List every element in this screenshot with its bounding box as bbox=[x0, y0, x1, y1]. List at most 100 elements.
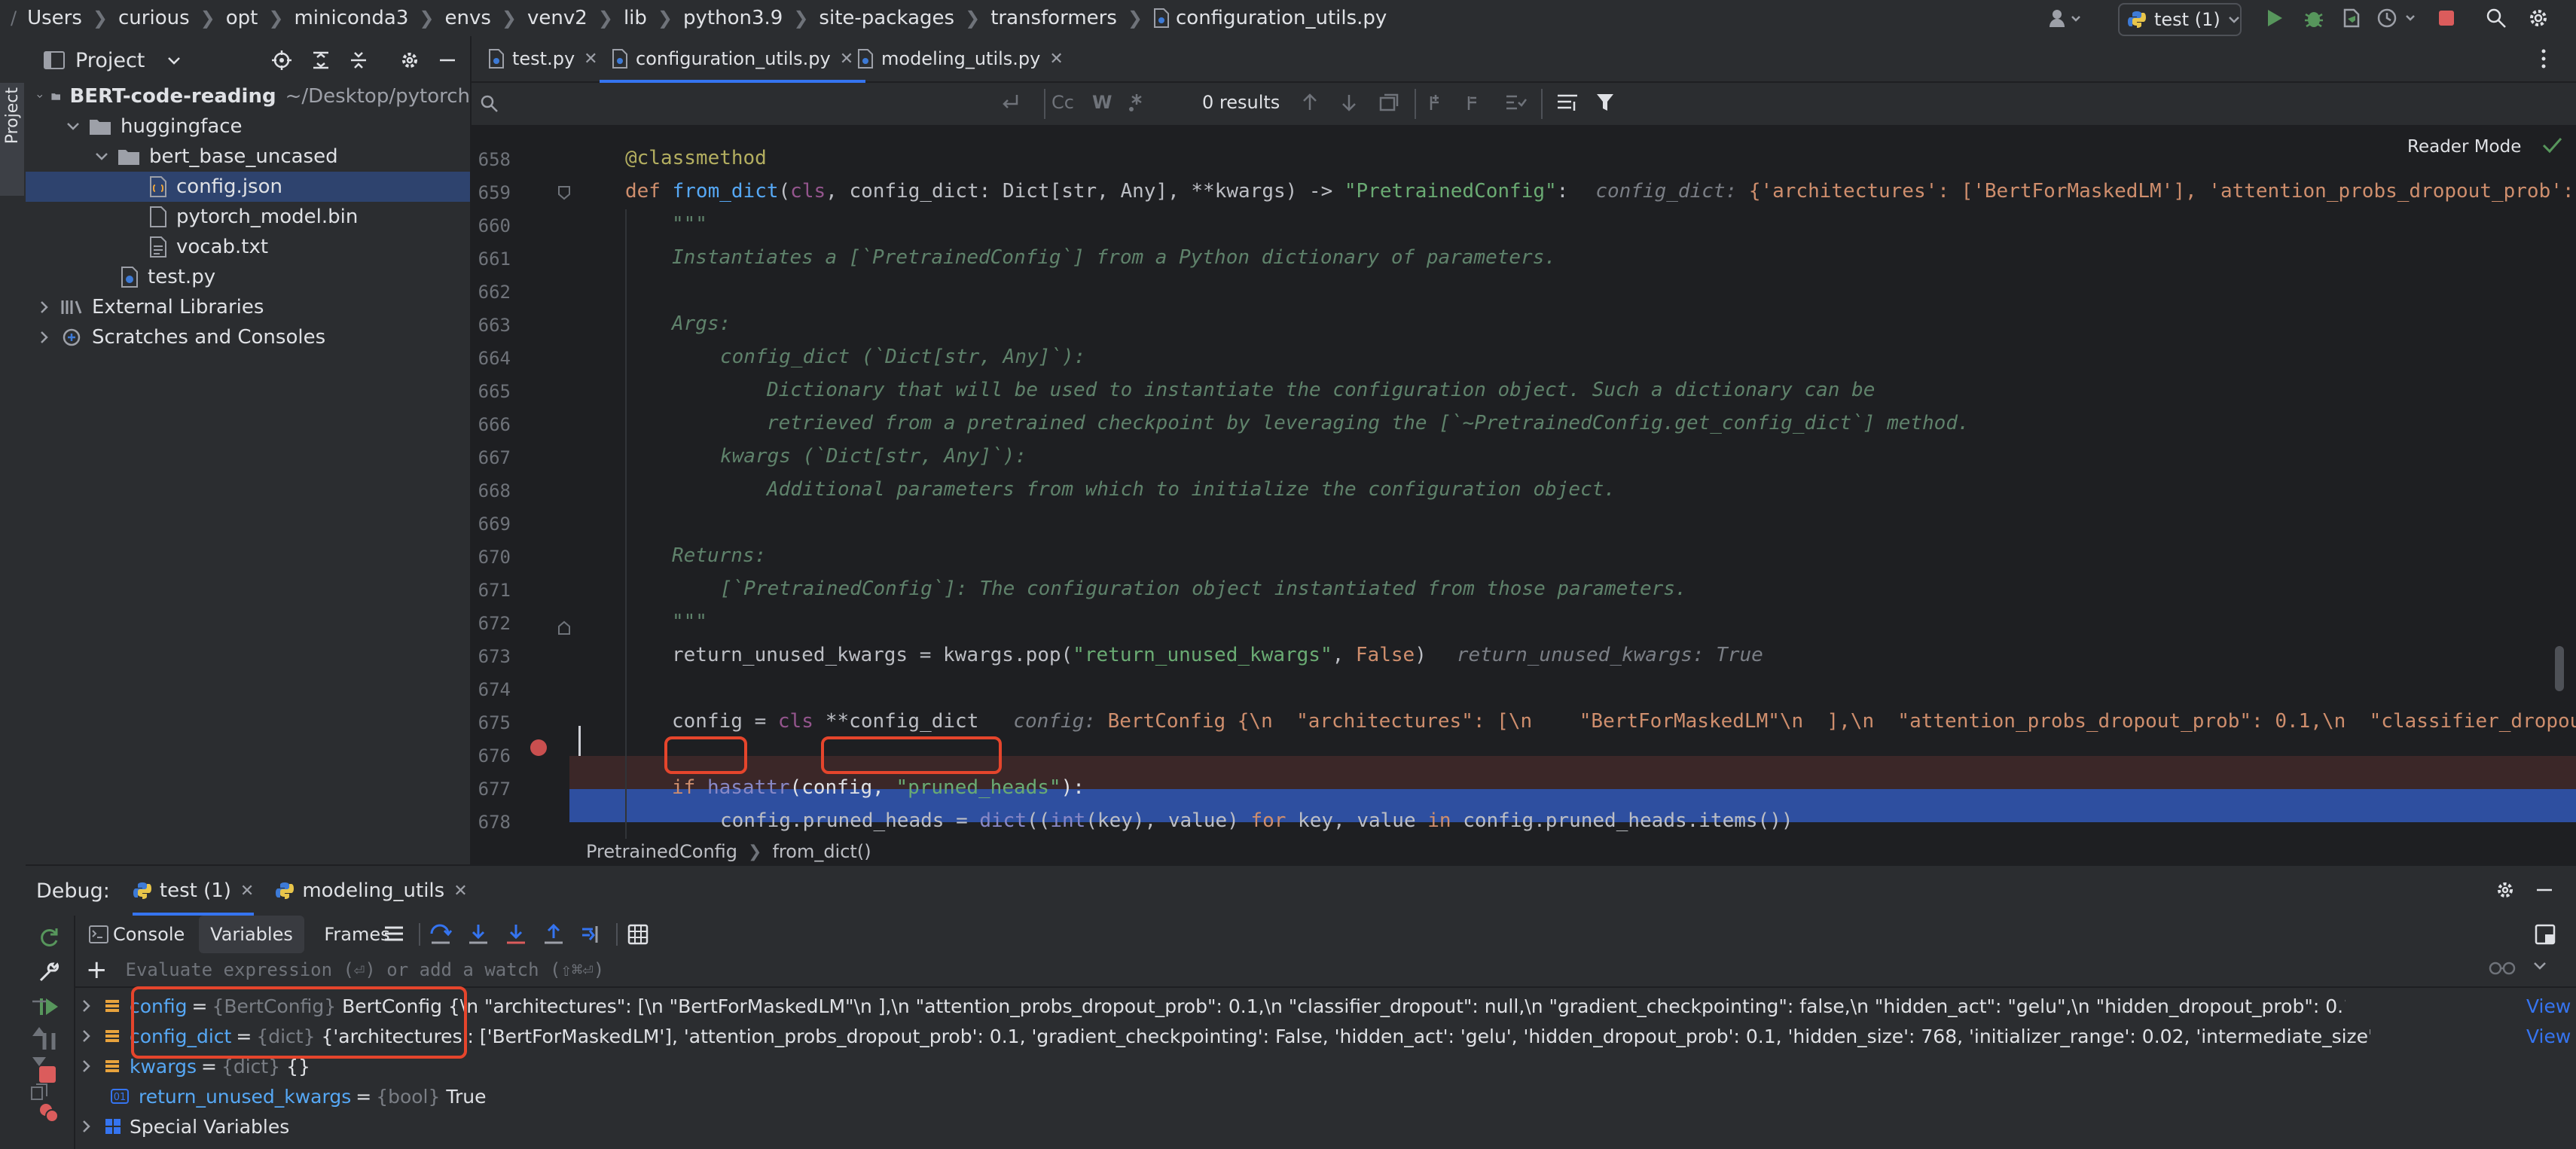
search-icon[interactable] bbox=[2483, 6, 2510, 30]
tab-test-py[interactable]: test.py ✕ bbox=[488, 36, 598, 81]
breadcrumb-item[interactable]: envs bbox=[445, 7, 491, 29]
locate-icon[interactable] bbox=[271, 50, 292, 71]
minimize-icon[interactable] bbox=[2534, 879, 2555, 901]
tree-item-huggingface[interactable]: huggingface bbox=[26, 111, 470, 142]
match-case-button[interactable]: Cc bbox=[1051, 92, 1074, 113]
debug-session-tab-test[interactable]: test (1) ✕ bbox=[132, 866, 255, 916]
collapse-all-icon[interactable] bbox=[348, 50, 369, 71]
tree-item-config-json[interactable]: config.json bbox=[26, 172, 470, 202]
coverage-icon[interactable] bbox=[2338, 6, 2365, 30]
breadcrumb-item[interactable]: Users bbox=[27, 7, 82, 29]
run-to-cursor-icon[interactable] bbox=[580, 923, 603, 946]
tree-item-test-py[interactable]: test.py bbox=[26, 262, 470, 292]
new-line-icon[interactable] bbox=[1000, 92, 1021, 113]
project-tool-tab[interactable]: Project bbox=[0, 83, 24, 196]
filter-icon[interactable] bbox=[1595, 92, 1615, 113]
fold-icon[interactable] bbox=[557, 185, 571, 200]
move-down-icon[interactable] bbox=[30, 1053, 48, 1071]
more-options-icon[interactable] bbox=[2540, 48, 2547, 69]
chevron-down-icon[interactable] bbox=[167, 56, 181, 65]
run-config-select[interactable]: test (1) bbox=[2118, 3, 2242, 36]
variable-row-special-variables[interactable]: Special Variables bbox=[75, 1111, 2576, 1141]
run-icon[interactable] bbox=[2263, 6, 2287, 30]
close-icon[interactable]: ✕ bbox=[584, 50, 597, 69]
step-into-my-code-icon[interactable] bbox=[505, 923, 527, 946]
chevron-down-icon[interactable] bbox=[93, 148, 110, 165]
step-out-icon[interactable] bbox=[542, 923, 565, 946]
chevron-right-icon[interactable] bbox=[36, 299, 53, 315]
step-into-icon[interactable] bbox=[467, 923, 490, 946]
tab-configuration-utils-py[interactable]: configuration_utils.py ✕ bbox=[600, 36, 866, 83]
close-icon[interactable]: ✕ bbox=[840, 50, 853, 69]
view-link[interactable]: View bbox=[2526, 995, 2571, 1017]
variable-row-return-unused-kwargs[interactable]: 01 return_unused_kwargs = {bool} True bbox=[75, 1081, 2576, 1111]
evaluate-expression-icon[interactable] bbox=[627, 923, 649, 946]
tree-item-external-libraries[interactable]: External Libraries bbox=[26, 292, 470, 322]
breadcrumb-method[interactable]: from_dict() bbox=[772, 841, 871, 862]
chevron-down-icon[interactable] bbox=[2532, 961, 2547, 971]
expand-all-icon[interactable] bbox=[310, 50, 331, 71]
close-icon[interactable]: ✕ bbox=[1049, 50, 1063, 69]
tab-modeling-utils-py[interactable]: modeling_utils.py ✕ bbox=[857, 36, 1064, 81]
close-icon[interactable]: ✕ bbox=[240, 882, 254, 901]
breadcrumb-item[interactable]: site-packages bbox=[819, 7, 954, 29]
reader-mode-button[interactable]: Reader Mode bbox=[2407, 137, 2521, 157]
move-up-icon[interactable] bbox=[30, 1023, 48, 1041]
breadcrumb-current-file[interactable]: configuration_utils.py bbox=[1176, 7, 1387, 29]
wrench-icon[interactable] bbox=[38, 961, 60, 983]
tree-item-scratches[interactable]: Scratches and Consoles bbox=[26, 322, 470, 352]
previous-occurrence-icon[interactable] bbox=[1300, 92, 1320, 113]
breadcrumb-item[interactable]: venv2 bbox=[527, 7, 588, 29]
scrollbar-thumb[interactable] bbox=[2555, 646, 2564, 691]
toggle-selection-icon[interactable] bbox=[1505, 92, 1528, 113]
user-icon[interactable] bbox=[2046, 6, 2085, 30]
settings-gear-icon[interactable] bbox=[399, 50, 420, 71]
debug-session-tab-modeling-utils[interactable]: modeling_utils ✕ bbox=[275, 866, 468, 916]
debug-icon[interactable] bbox=[2300, 6, 2327, 30]
breadcrumb-item[interactable]: python3.9 bbox=[683, 7, 783, 29]
glasses-icon[interactable] bbox=[2489, 959, 2516, 977]
project-view-title[interactable]: Project bbox=[75, 49, 145, 72]
close-icon[interactable]: ✕ bbox=[453, 882, 467, 901]
view-breakpoints-icon[interactable] bbox=[38, 1101, 60, 1123]
breadcrumb-item[interactable]: curious bbox=[118, 7, 190, 29]
profile-icon[interactable] bbox=[2374, 6, 2419, 30]
minimize-icon[interactable] bbox=[437, 50, 458, 71]
settings-gear-icon[interactable] bbox=[2525, 6, 2552, 30]
chevron-right-icon[interactable] bbox=[36, 329, 53, 346]
tree-item-project-root[interactable]: BERT-code-reading ~/Desktop/pytorch bbox=[26, 81, 470, 111]
tab-variables[interactable]: Variables bbox=[199, 916, 304, 953]
stop-icon[interactable] bbox=[2433, 6, 2460, 30]
filter-lines-icon[interactable] bbox=[1556, 92, 1579, 113]
breadcrumb-item[interactable]: lib bbox=[624, 7, 647, 29]
minus-icon[interactable] bbox=[30, 992, 48, 1010]
duplicate-icon[interactable] bbox=[30, 1083, 48, 1101]
next-occurrence-icon[interactable] bbox=[1339, 92, 1359, 113]
chevron-right-icon[interactable] bbox=[80, 999, 93, 1013]
add-occurrence-icon[interactable] bbox=[1428, 92, 1451, 113]
tree-item-vocab-txt[interactable]: vocab.txt bbox=[26, 232, 470, 262]
fold-icon[interactable] bbox=[557, 620, 571, 635]
settings-gear-icon[interactable] bbox=[2495, 879, 2516, 901]
chevron-down-icon[interactable] bbox=[65, 118, 81, 135]
breadcrumb-item[interactable]: miniconda3 bbox=[294, 7, 408, 29]
tree-item-bert-base-uncased[interactable]: bert_base_uncased bbox=[26, 142, 470, 172]
chevron-right-icon[interactable] bbox=[80, 1029, 93, 1043]
layout-settings-icon[interactable] bbox=[2534, 923, 2556, 946]
regex-icon[interactable] bbox=[1127, 92, 1146, 113]
select-all-occurrences-icon[interactable] bbox=[1378, 92, 1399, 113]
breadcrumb-item[interactable]: opt bbox=[226, 7, 258, 29]
breadcrumb-class[interactable]: PretrainedConfig bbox=[586, 841, 737, 862]
chevron-right-icon[interactable] bbox=[80, 1059, 93, 1073]
tree-item-pytorch-model-bin[interactable]: pytorch_model.bin bbox=[26, 202, 470, 232]
breakpoint-icon[interactable] bbox=[529, 738, 548, 757]
remove-occurrence-icon[interactable] bbox=[1466, 92, 1488, 113]
view-link[interactable]: View bbox=[2526, 1026, 2571, 1047]
chevron-down-icon[interactable] bbox=[36, 88, 44, 105]
add-watch-icon[interactable]: + bbox=[86, 957, 108, 983]
step-over-icon[interactable] bbox=[429, 923, 452, 946]
layout-icon[interactable] bbox=[383, 923, 405, 946]
code-area[interactable]: 658 659 660 661 662 663 664 665 666 667 … bbox=[472, 126, 2576, 839]
whole-words-button[interactable]: W bbox=[1092, 92, 1112, 113]
evaluate-expression-input[interactable]: Evaluate expression (⏎) or add a watch (… bbox=[126, 959, 605, 980]
